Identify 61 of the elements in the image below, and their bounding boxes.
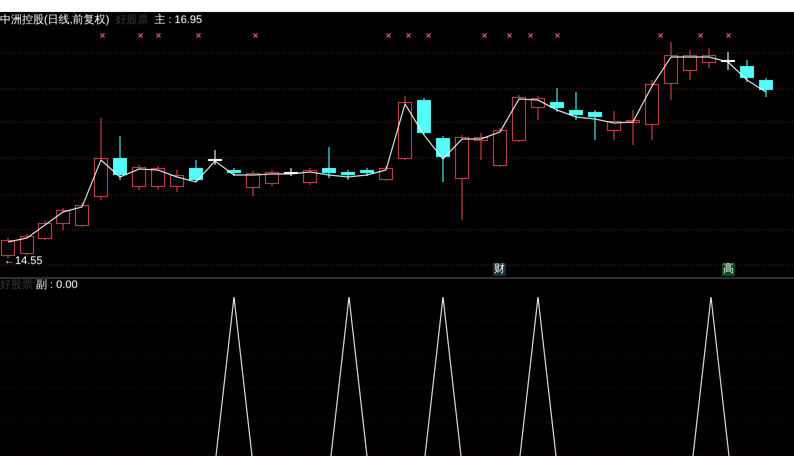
candlestick — [474, 132, 488, 160]
cross-icon — [726, 33, 731, 38]
cross-icon — [156, 33, 161, 38]
event-badge: 高 — [722, 263, 735, 276]
candlestick — [645, 80, 659, 140]
candlestick — [75, 202, 89, 228]
cross-icon — [100, 33, 105, 38]
faint-label: 好股票 — [115, 15, 148, 26]
cross-icon — [555, 33, 560, 38]
candlestick — [721, 52, 735, 70]
cross-icon — [386, 33, 391, 38]
cross-icon — [426, 33, 431, 38]
candlestick — [759, 78, 773, 98]
cross-icon — [196, 33, 201, 38]
candlestick — [550, 88, 564, 112]
candlestick — [664, 42, 678, 100]
candlestick — [588, 110, 602, 140]
candlestick — [170, 170, 184, 192]
candlestick — [132, 164, 146, 190]
candlestick — [189, 160, 203, 182]
faint-label: 好股票 — [0, 280, 33, 291]
sub-reading: 副 : 0.00 — [36, 280, 78, 291]
candlestick — [246, 170, 260, 196]
low-price-marker: ←14.55 — [4, 256, 43, 267]
candlestick — [284, 168, 298, 176]
candlestick — [702, 48, 716, 68]
candlestick — [607, 110, 621, 140]
main-reading: 主 : 16.95 — [154, 15, 202, 26]
candlestick — [683, 50, 697, 80]
candlestick — [113, 136, 127, 180]
candlestick — [38, 220, 52, 240]
candlestick — [20, 234, 34, 256]
cross-icon — [658, 33, 663, 38]
cross-icon — [253, 33, 258, 38]
candlestick — [360, 168, 374, 176]
cross-icon — [698, 33, 703, 38]
cross-icon — [406, 33, 411, 38]
event-badge: 财 — [493, 263, 506, 276]
candlestick — [227, 168, 241, 176]
cross-icon — [507, 33, 512, 38]
cross-icon — [482, 33, 487, 38]
candlestick — [322, 146, 336, 178]
candlestick — [341, 170, 355, 180]
candlestick — [493, 128, 507, 168]
chart-title: 中洲控股(日线,前复权) — [0, 15, 110, 26]
candlestick — [512, 94, 526, 142]
cross-icon — [138, 33, 143, 38]
candlestick — [379, 166, 393, 182]
candlestick — [531, 96, 545, 120]
candlestick — [569, 92, 583, 120]
candlestick — [436, 136, 450, 182]
candlestick — [151, 166, 165, 190]
cross-icon — [528, 33, 533, 38]
candlestick — [56, 208, 70, 230]
candlestick — [265, 170, 279, 186]
candlestick — [398, 96, 412, 160]
candlestick — [417, 98, 431, 136]
candlestick — [208, 150, 222, 166]
candlestick — [626, 110, 640, 146]
candlestick — [303, 168, 317, 186]
candlestick — [740, 60, 754, 82]
